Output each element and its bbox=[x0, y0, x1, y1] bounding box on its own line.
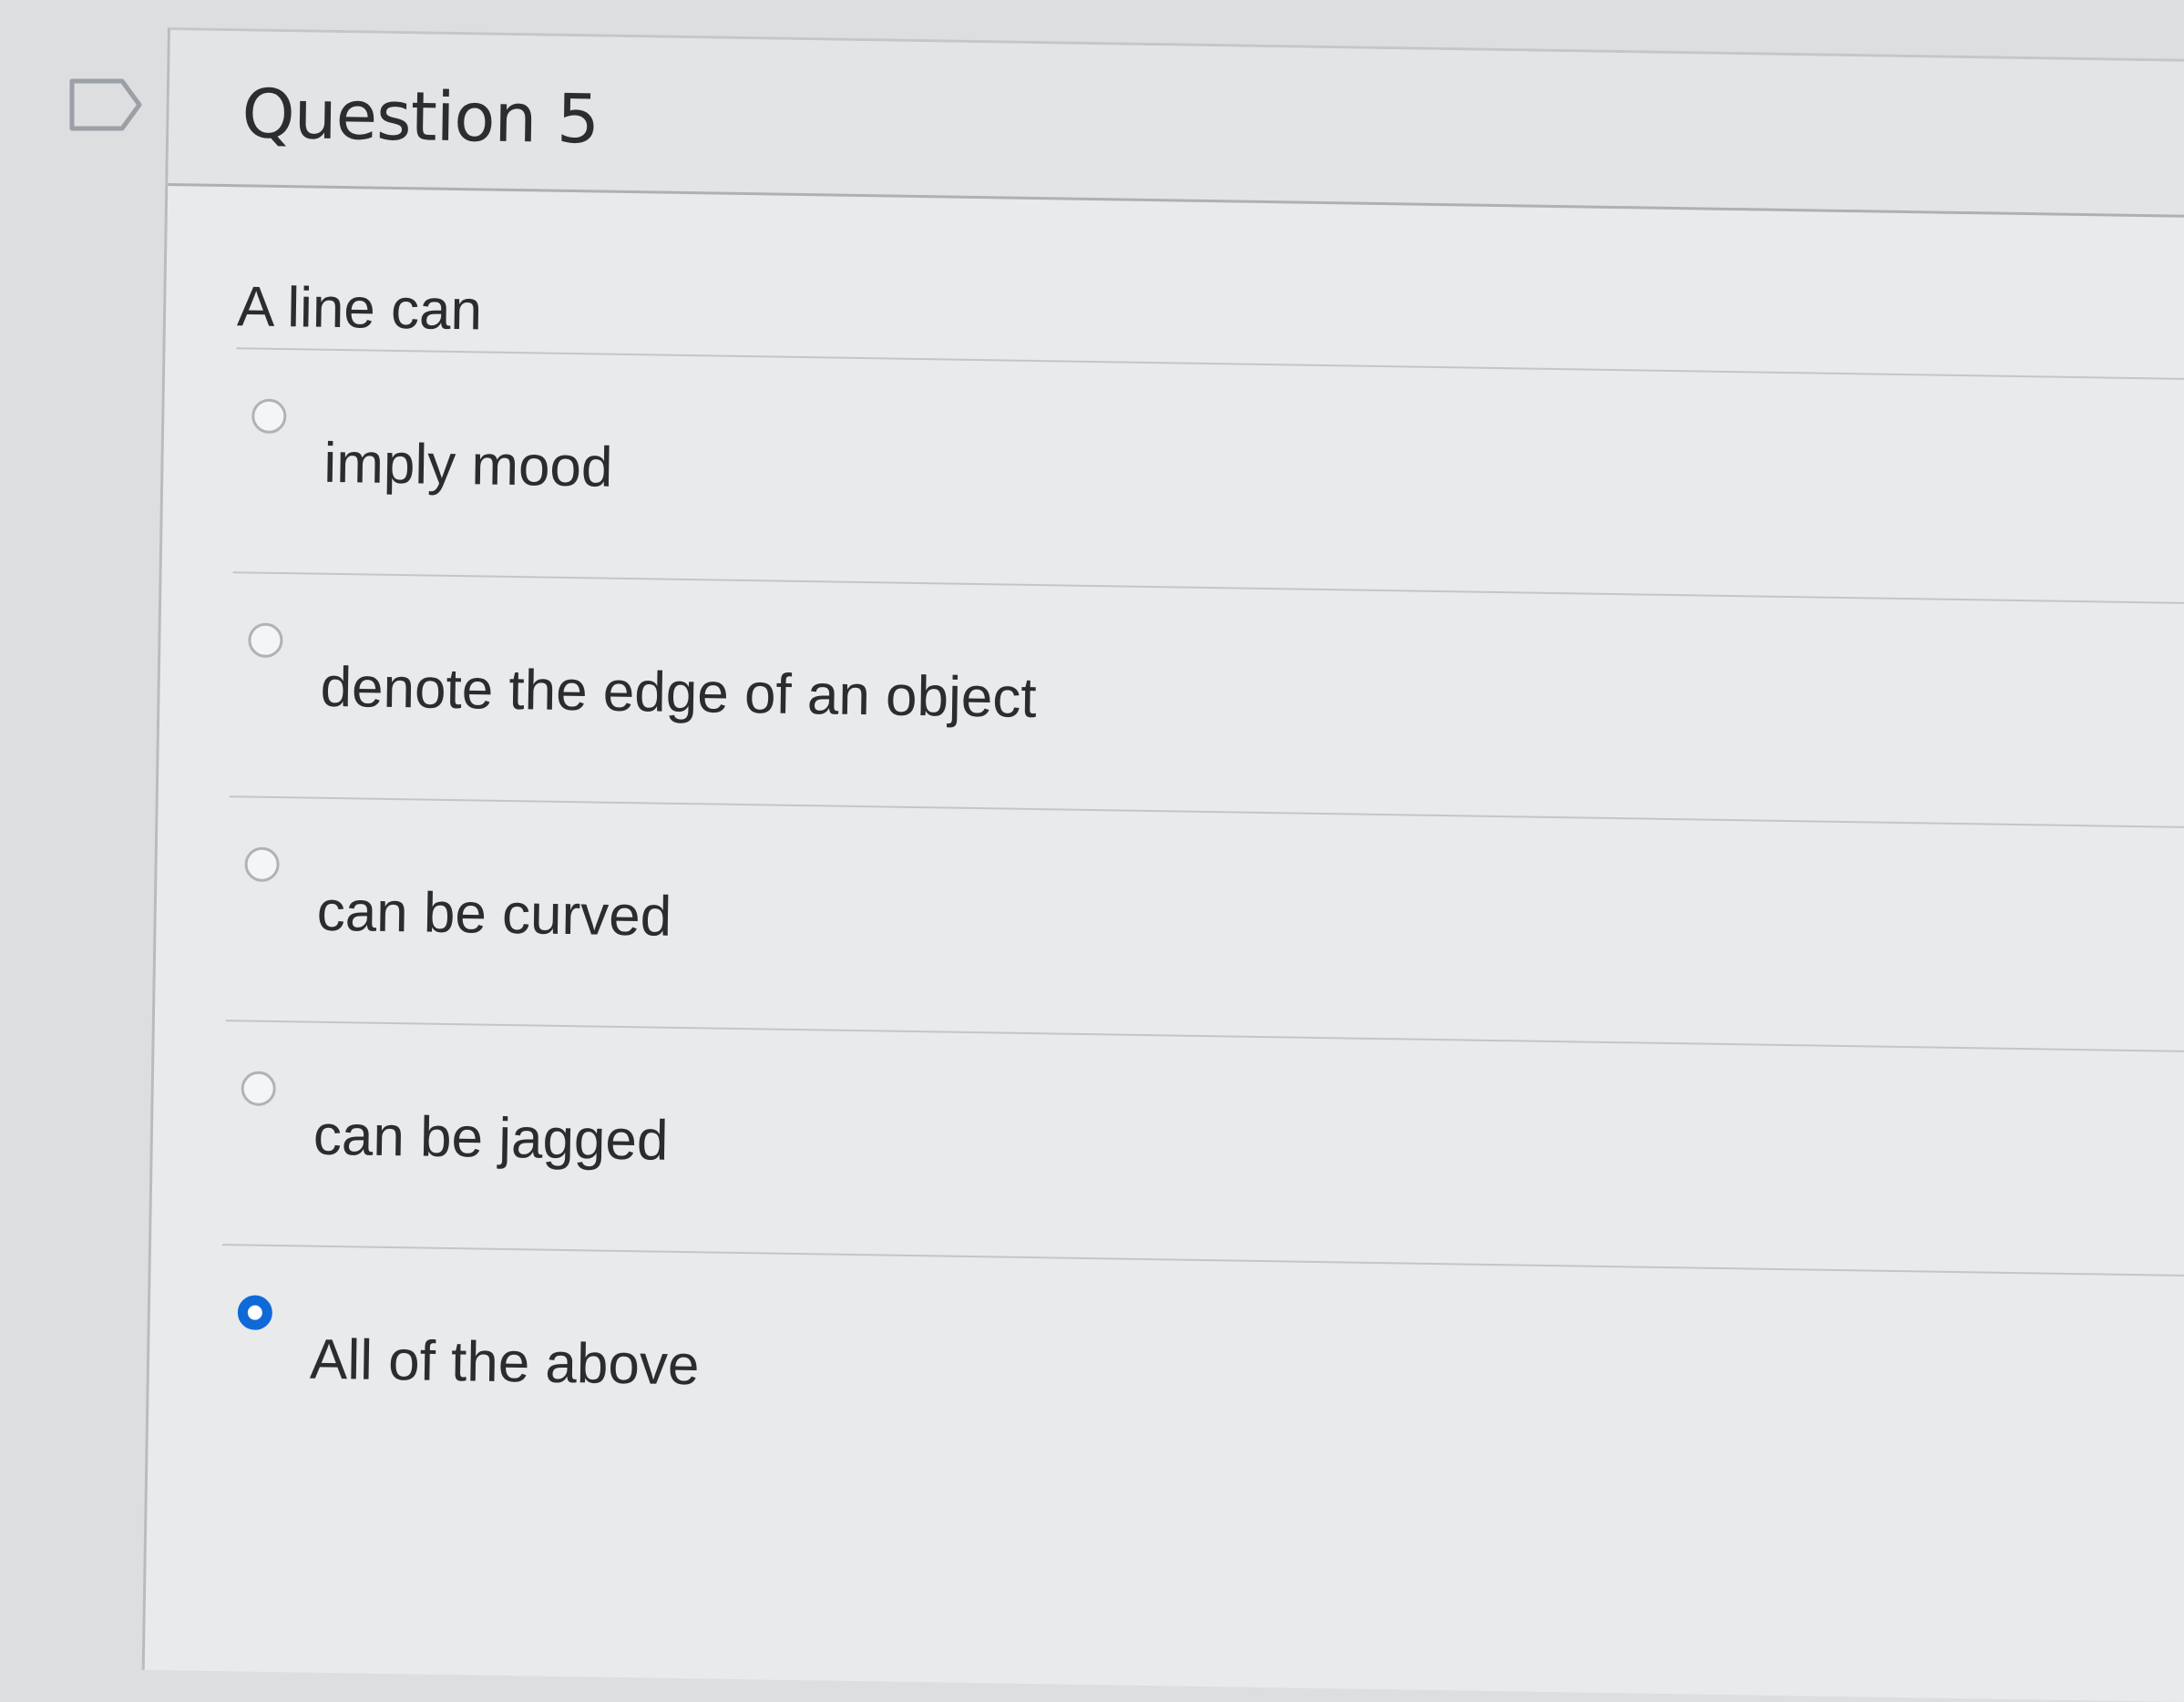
radio-button[interactable] bbox=[244, 846, 280, 883]
question-body: A line can imply mood denote the edge of… bbox=[148, 186, 2184, 1501]
question-card: Question 5 A line can imply mood denote … bbox=[141, 27, 2184, 1702]
answer-label[interactable]: denote the edge of an object bbox=[320, 655, 1037, 731]
radio-button[interactable] bbox=[248, 622, 283, 659]
radio-button[interactable] bbox=[241, 1071, 277, 1107]
question-title: Question 5 bbox=[241, 75, 600, 159]
answer-option[interactable]: can be jagged bbox=[222, 1021, 2184, 1277]
answer-option[interactable]: All of the above bbox=[219, 1246, 2184, 1501]
answer-label[interactable]: imply mood bbox=[323, 431, 613, 500]
answer-option[interactable]: imply mood bbox=[232, 349, 2184, 605]
answer-list: imply mood denote the edge of an object … bbox=[219, 349, 2184, 1501]
radio-button[interactable] bbox=[251, 398, 287, 435]
radio-button-selected[interactable] bbox=[237, 1295, 273, 1330]
answer-label[interactable]: can be jagged bbox=[313, 1103, 669, 1174]
answer-label[interactable]: All of the above bbox=[309, 1328, 700, 1399]
question-prompt: A line can bbox=[236, 187, 2184, 381]
answer-label[interactable]: can be curved bbox=[316, 879, 672, 949]
flag-question-icon[interactable] bbox=[69, 78, 142, 131]
answer-option[interactable]: can be curved bbox=[225, 797, 2184, 1053]
answer-option[interactable]: denote the edge of an object bbox=[229, 573, 2184, 829]
